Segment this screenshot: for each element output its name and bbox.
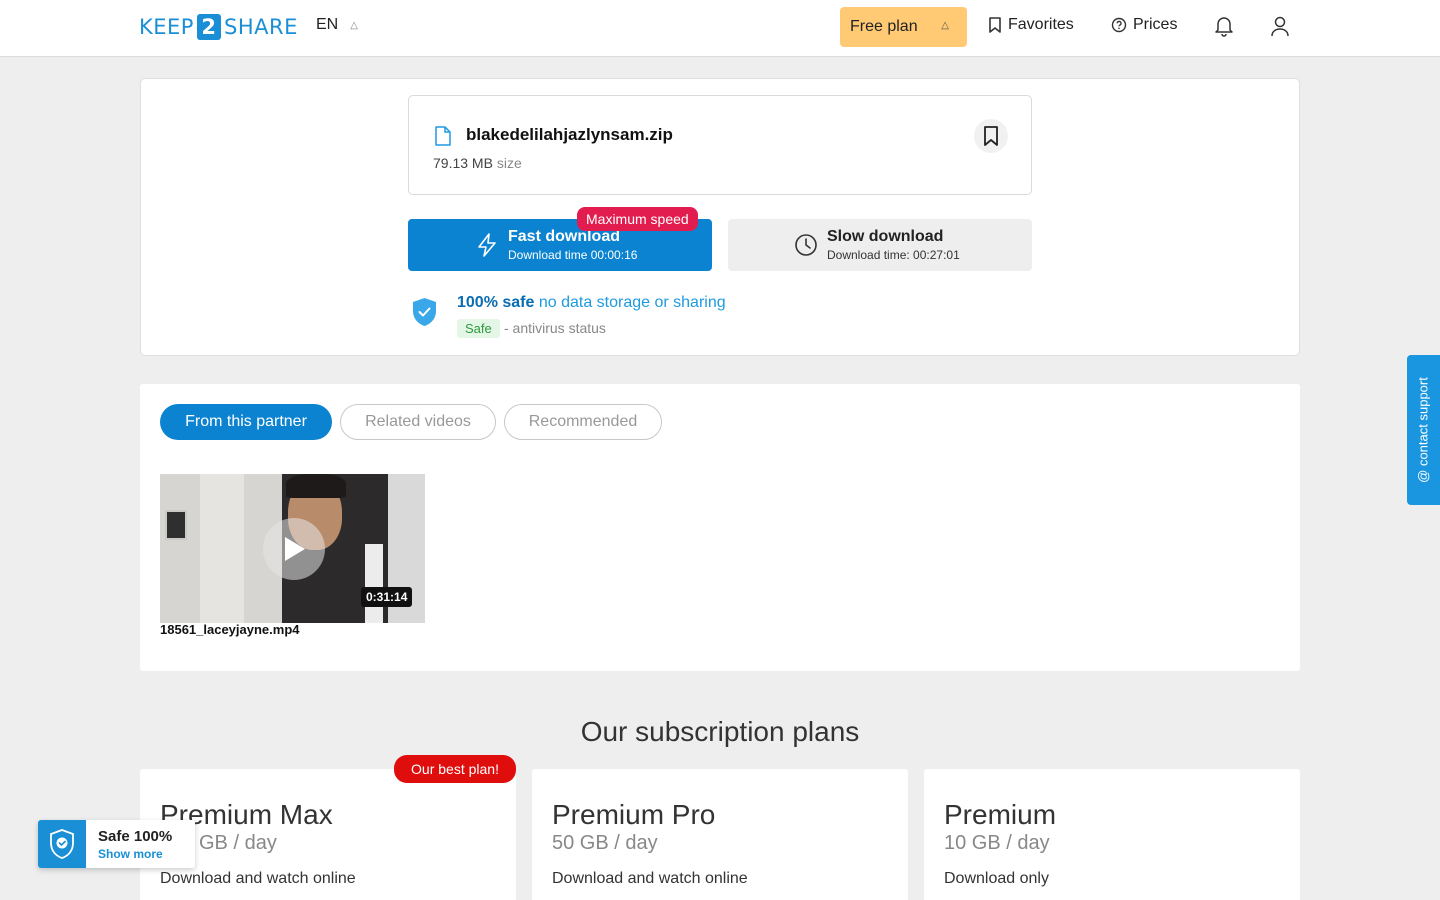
slow-download-time: Download time: 00:27:01: [827, 248, 960, 262]
tab-from-this-partner[interactable]: From this partner: [160, 404, 332, 440]
plan-desc: Download only: [944, 870, 1049, 887]
show-more-link[interactable]: Show more: [98, 847, 163, 861]
tab-recommended[interactable]: Recommended: [504, 404, 662, 440]
best-plan-badge: Our best plan!: [394, 755, 516, 783]
plan-quota: 10 GB / day: [944, 832, 1050, 854]
notifications-button[interactable]: [1212, 14, 1236, 38]
bookmark-icon: [989, 17, 1001, 33]
safety-statement: 100% safe no data storage or sharing: [457, 294, 726, 312]
video-duration: 0:31:14: [361, 587, 413, 607]
plan-name: Premium: [944, 799, 1057, 830]
logo-number: 2: [196, 14, 221, 40]
fast-download-time: Download time 00:00:16: [508, 248, 638, 262]
bell-icon: [1215, 17, 1233, 37]
chevron-up-icon: △: [941, 20, 949, 31]
safe-widget-title: Safe 100%: [98, 828, 173, 845]
file-info-card: [408, 95, 1032, 195]
plan-quota: GB / day: [199, 832, 277, 854]
plan-quota: 50 GB / day: [552, 832, 658, 854]
play-icon: [285, 537, 305, 561]
slow-download-title: Slow download: [827, 228, 944, 245]
keep2share-logo[interactable]: KEEP 2 SHARE: [139, 14, 298, 40]
favorites-link[interactable]: Favorites: [988, 16, 1074, 34]
chevron-up-icon: △: [350, 19, 358, 31]
lightning-icon: [478, 233, 496, 257]
user-icon: [1271, 16, 1289, 37]
antivirus-safe-badge: Safe: [457, 319, 500, 338]
plan-label: Free plan: [850, 18, 918, 35]
help-circle-icon: [1111, 17, 1127, 33]
antivirus-status-label: - antivirus status: [504, 320, 606, 336]
plan-card-premium[interactable]: Premium 10 GB / day Download only: [924, 769, 1300, 900]
file-size-unit: size: [496, 155, 522, 171]
contact-support-button[interactable]: @ contact support: [1407, 355, 1440, 505]
safety-rest: no data storage or sharing: [534, 294, 726, 311]
video-title[interactable]: 18561_laceyjayne.mp4: [160, 622, 300, 637]
prices-label: Prices: [1133, 16, 1178, 33]
favorites-label: Favorites: [1008, 16, 1074, 33]
account-button[interactable]: [1268, 14, 1292, 38]
clock-icon: [795, 234, 817, 256]
plans-heading: Our subscription plans: [580, 716, 860, 747]
plan-desc: Download and watch online: [552, 870, 748, 887]
file-icon: [435, 126, 451, 146]
logo-text-left: KEEP: [139, 15, 194, 39]
file-name: blakedelilahjazlynsam.zip: [466, 125, 673, 144]
prices-link[interactable]: Prices: [1111, 16, 1177, 34]
plan-card-premium-max[interactable]: Premium Max GB / day Download and watch …: [140, 769, 516, 900]
bookmark-button[interactable]: [974, 119, 1008, 153]
logo-text-right: SHARE: [223, 15, 298, 39]
free-plan-button[interactable]: Free plan △: [840, 7, 967, 47]
tab-related-videos[interactable]: Related videos: [340, 404, 496, 440]
plan-desc: Download and watch online: [160, 870, 356, 887]
shield-check-icon: [50, 829, 74, 859]
thumb-door: [200, 474, 244, 623]
shield-check-icon: [413, 298, 436, 326]
safe-widget[interactable]: Safe 100% Show more: [38, 820, 195, 868]
file-size: 79.13 MB size: [433, 155, 522, 171]
maximum-speed-badge: Maximum speed: [577, 207, 698, 231]
language-selector[interactable]: EN △: [316, 16, 358, 34]
file-size-value: 79.13 MB: [433, 155, 493, 171]
bookmark-icon: [984, 126, 998, 146]
language-label: EN: [316, 16, 339, 33]
plan-card-premium-pro[interactable]: Premium Pro 50 GB / day Download and wat…: [532, 769, 908, 900]
slow-download-button[interactable]: Slow download Download time: 00:27:01: [728, 219, 1032, 271]
safety-bold: 100% safe: [457, 294, 535, 311]
thumb-collar: [365, 544, 383, 623]
contact-support-label: @ contact support: [1415, 377, 1431, 483]
top-header: KEEP 2 SHARE EN △ Free plan △ Favorites …: [0, 0, 1440, 57]
safe-widget-badge: [38, 820, 86, 868]
thumb-hair: [286, 474, 346, 498]
plan-name: Premium Pro: [552, 799, 716, 830]
play-button[interactable]: [263, 518, 325, 580]
thumb-frame: [165, 510, 187, 540]
